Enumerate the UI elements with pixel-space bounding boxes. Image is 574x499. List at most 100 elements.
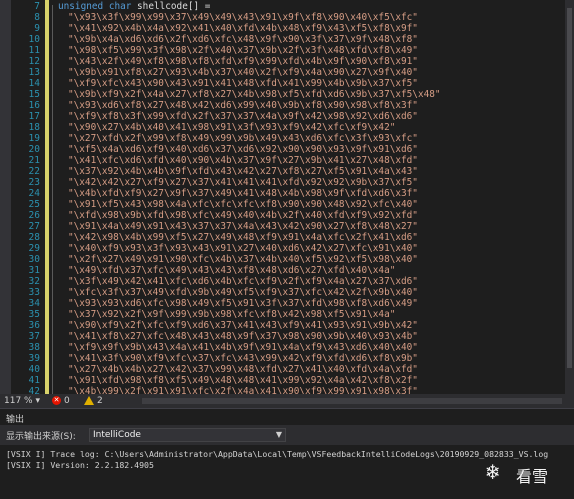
output-line: [VSIX I] Version: 2.2.182.4905 — [6, 460, 154, 470]
chevron-down-icon: ▼ — [275, 430, 282, 439]
code-line-string: "\x49\xfd\x37\xfc\x49\x43\x43\xf8\x48\xd… — [68, 265, 396, 276]
code-line-string: "\x93\x93\xd6\xfc\x98\x49\xf5\x91\x3f\x3… — [68, 298, 418, 309]
line-number: 20 — [28, 144, 40, 155]
code-editor[interactable]: 7 8 9 10 11 12 13 14 15 16 17 18 19 20 21 22 23 24 25 26 27 2… — [0, 0, 574, 394]
code-line-string: "\x41\xfc\xd6\xfd\x40\x90\x4b\x37\x9f\x2… — [68, 155, 418, 166]
line-number: 32 — [28, 276, 40, 287]
line-number: 40 — [28, 364, 40, 375]
code-line-string: "\x93\x3f\x99\x99\x37\x49\x49\x43\x91\x9… — [68, 12, 418, 23]
output-panel-title: 输出 — [6, 415, 25, 425]
warning-icon — [84, 396, 94, 405]
code-line-string: "\xf9\xf8\x3f\x99\xfd\x2f\x37\x37\x4a\x9… — [68, 111, 418, 122]
line-number: 39 — [28, 353, 40, 364]
watermark-text: 看雪 — [516, 467, 549, 486]
declaration-rest: shellcode[] = — [131, 1, 211, 12]
code-line-string: "\x98\xf5\x99\x3f\x98\x2f\x40\x37\x9b\x2… — [68, 45, 418, 56]
code-line-string: "\x41\x3f\x90\xf9\xfc\x37\xfc\x43\x99\x4… — [68, 353, 418, 364]
line-number: 37 — [28, 331, 40, 342]
code-line-string: "\xf9\x9f\x9b\x43\x4a\x41\x4b\x9f\x91\x4… — [68, 342, 418, 353]
zoom-level[interactable]: 117 % ▾ — [4, 394, 40, 408]
line-number: 8 — [34, 12, 40, 23]
code-line-string: "\x43\x2f\x49\xf8\x98\xf8\xfd\xf9\x99\xf… — [68, 56, 418, 67]
line-number: 25 — [28, 199, 40, 210]
code-line-string: "\x41\xf8\x27\xfc\x48\x43\x48\x9f\x37\x9… — [68, 331, 418, 342]
line-number: 7 — [34, 1, 40, 12]
code-line-string: "\x42\x98\x4b\x99\xf5\x27\x49\x48\xf9\x9… — [68, 232, 418, 243]
code-line-string: "\x9b\x91\xf8\x27\x93\x4b\x37\x40\x2f\xf… — [68, 67, 418, 78]
code-line-string: "\xfc\x3f\x37\x49\xfd\x9b\x49\xf5\xf9\x3… — [68, 287, 418, 298]
line-number: 9 — [34, 23, 40, 34]
code-line-string: "\x90\x27\x4b\x40\x41\x98\x91\x3f\x93\xf… — [68, 122, 396, 133]
error-count-value: 0 — [64, 396, 70, 406]
code-fold-guide — [52, 5, 53, 394]
code-line-string: "\x37\x92\x4b\x4b\x9f\xfd\x43\x42\x27\xf… — [68, 166, 418, 177]
output-line: [VSIX I] Trace log: C:\Users\Administrat… — [6, 449, 549, 459]
line-number: 38 — [28, 342, 40, 353]
line-number: 41 — [28, 375, 40, 386]
error-count[interactable]: ✕ 0 — [52, 394, 70, 408]
line-number: 22 — [28, 166, 40, 177]
line-number: 31 — [28, 265, 40, 276]
horizontal-scrollbar[interactable] — [142, 398, 562, 404]
line-number: 30 — [28, 254, 40, 265]
line-number: 16 — [28, 100, 40, 111]
snowflake-icon: ❄ — [486, 460, 500, 485]
line-number: 23 — [28, 177, 40, 188]
code-line-string: "\x91\x4a\x49\x91\x43\x37\x37\x4a\x43\x4… — [68, 221, 418, 232]
editor-status-strip: 117 % ▾ ✕ 0 2 — [0, 394, 574, 408]
line-number: 19 — [28, 133, 40, 144]
line-number: 36 — [28, 320, 40, 331]
output-toolbar: 显示输出来源(S): IntelliCode ▼ — [0, 425, 574, 445]
code-line-string: "\x27\xfd\x2f\x99\xf8\x49\x99\x9b\x49\x4… — [68, 133, 418, 144]
line-number: 21 — [28, 155, 40, 166]
code-line-string: "\xfd\x98\x9b\xfd\x98\xfc\x49\x40\x4b\x2… — [68, 210, 418, 221]
code-line-string: "\x3f\x49\x42\x41\xfc\xd6\x4b\xfc\xf9\x2… — [68, 276, 418, 287]
code-line-string: "\x90\xf9\x2f\xfc\xf9\xd6\x37\x41\x43\xf… — [68, 320, 418, 331]
code-line-string: "\x91\xfd\x98\xf8\xf5\x49\x48\x48\x41\x9… — [68, 375, 418, 386]
vertical-scroll-thumb[interactable] — [567, 8, 572, 368]
output-source-dropdown[interactable]: IntelliCode ▼ — [89, 428, 286, 442]
zoom-value: 117 % — [4, 396, 33, 406]
warning-count-value: 2 — [97, 396, 103, 406]
keyword-char: char — [108, 1, 132, 12]
code-line-string: "\x27\x4b\x4b\x27\x42\x37\x99\x48\xfd\x2… — [68, 364, 418, 375]
code-line-string: "\x93\xd6\xf8\x27\x48\x42\xd6\x99\x40\x9… — [68, 100, 418, 111]
output-source-value: IntelliCode — [93, 430, 141, 440]
keyword-unsigned: unsigned — [58, 1, 104, 12]
watermark: ❄ 看雪 — [486, 460, 572, 486]
line-number: 33 — [28, 287, 40, 298]
code-line-string: "\xf5\x4a\xd6\xf9\x40\xd6\x37\xd6\x92\x9… — [68, 144, 418, 155]
line-number: 27 — [28, 221, 40, 232]
code-line-string: "\x2f\x27\x49\x91\x90\xfc\x4b\x37\x4b\x4… — [68, 254, 418, 265]
vertical-scrollbar[interactable] — [565, 0, 574, 394]
code-line-string: "\x40\xf9\x93\x3f\x93\x43\x91\x27\x40\xd… — [68, 243, 418, 254]
code-line-string: "\x42\x42\x27\xf9\x27\x37\x41\x41\x41\xf… — [68, 177, 418, 188]
line-number: 12 — [28, 56, 40, 67]
line-number: 28 — [28, 232, 40, 243]
code-line-string: "\x41\x92\x4b\x4a\x92\x41\x40\xfd\x4b\x4… — [68, 23, 418, 34]
error-icon: ✕ — [52, 396, 61, 405]
code-line-string: "\xf9\xfc\x43\x90\x43\x91\x41\x48\xfd\x4… — [68, 78, 418, 89]
code-line-declaration: unsigned char shellcode[] = — [58, 2, 210, 12]
chevron-down-icon: ▾ — [35, 396, 40, 406]
line-number: 18 — [28, 122, 40, 133]
line-number: 11 — [28, 45, 40, 56]
line-number: 42 — [28, 386, 40, 395]
line-number: 24 — [28, 188, 40, 199]
line-number: 35 — [28, 309, 40, 320]
line-number-gutter: 7 8 9 10 11 12 13 14 15 16 17 18 19 20 21 22 23 24 25 26 27 2… — [11, 0, 42, 395]
code-line-string: "\x9b\x4a\xd6\xd6\x2f\xd6\xfc\x48\x9f\x9… — [68, 34, 418, 45]
line-number: 29 — [28, 243, 40, 254]
warning-count[interactable]: 2 — [84, 394, 103, 408]
code-line-string: "\x4b\x99\x2f\x91\x91\xfc\x2f\x4a\x41\x9… — [68, 386, 418, 395]
line-number: 17 — [28, 111, 40, 122]
code-text-area[interactable]: unsigned char shellcode[] = "\x93\x3f\x9… — [58, 0, 563, 395]
change-tracking-bar — [45, 0, 49, 394]
line-number: 14 — [28, 78, 40, 89]
line-number: 34 — [28, 298, 40, 309]
code-line-string: "\x4b\xfd\xf9\x27\x9f\x37\x49\x41\x48\x4… — [68, 188, 418, 199]
line-number: 15 — [28, 89, 40, 100]
line-number: 13 — [28, 67, 40, 78]
code-line-string: "\x37\x92\x2f\x9f\x99\x9b\x98\xfc\xf8\x4… — [68, 309, 396, 320]
line-number: 26 — [28, 210, 40, 221]
